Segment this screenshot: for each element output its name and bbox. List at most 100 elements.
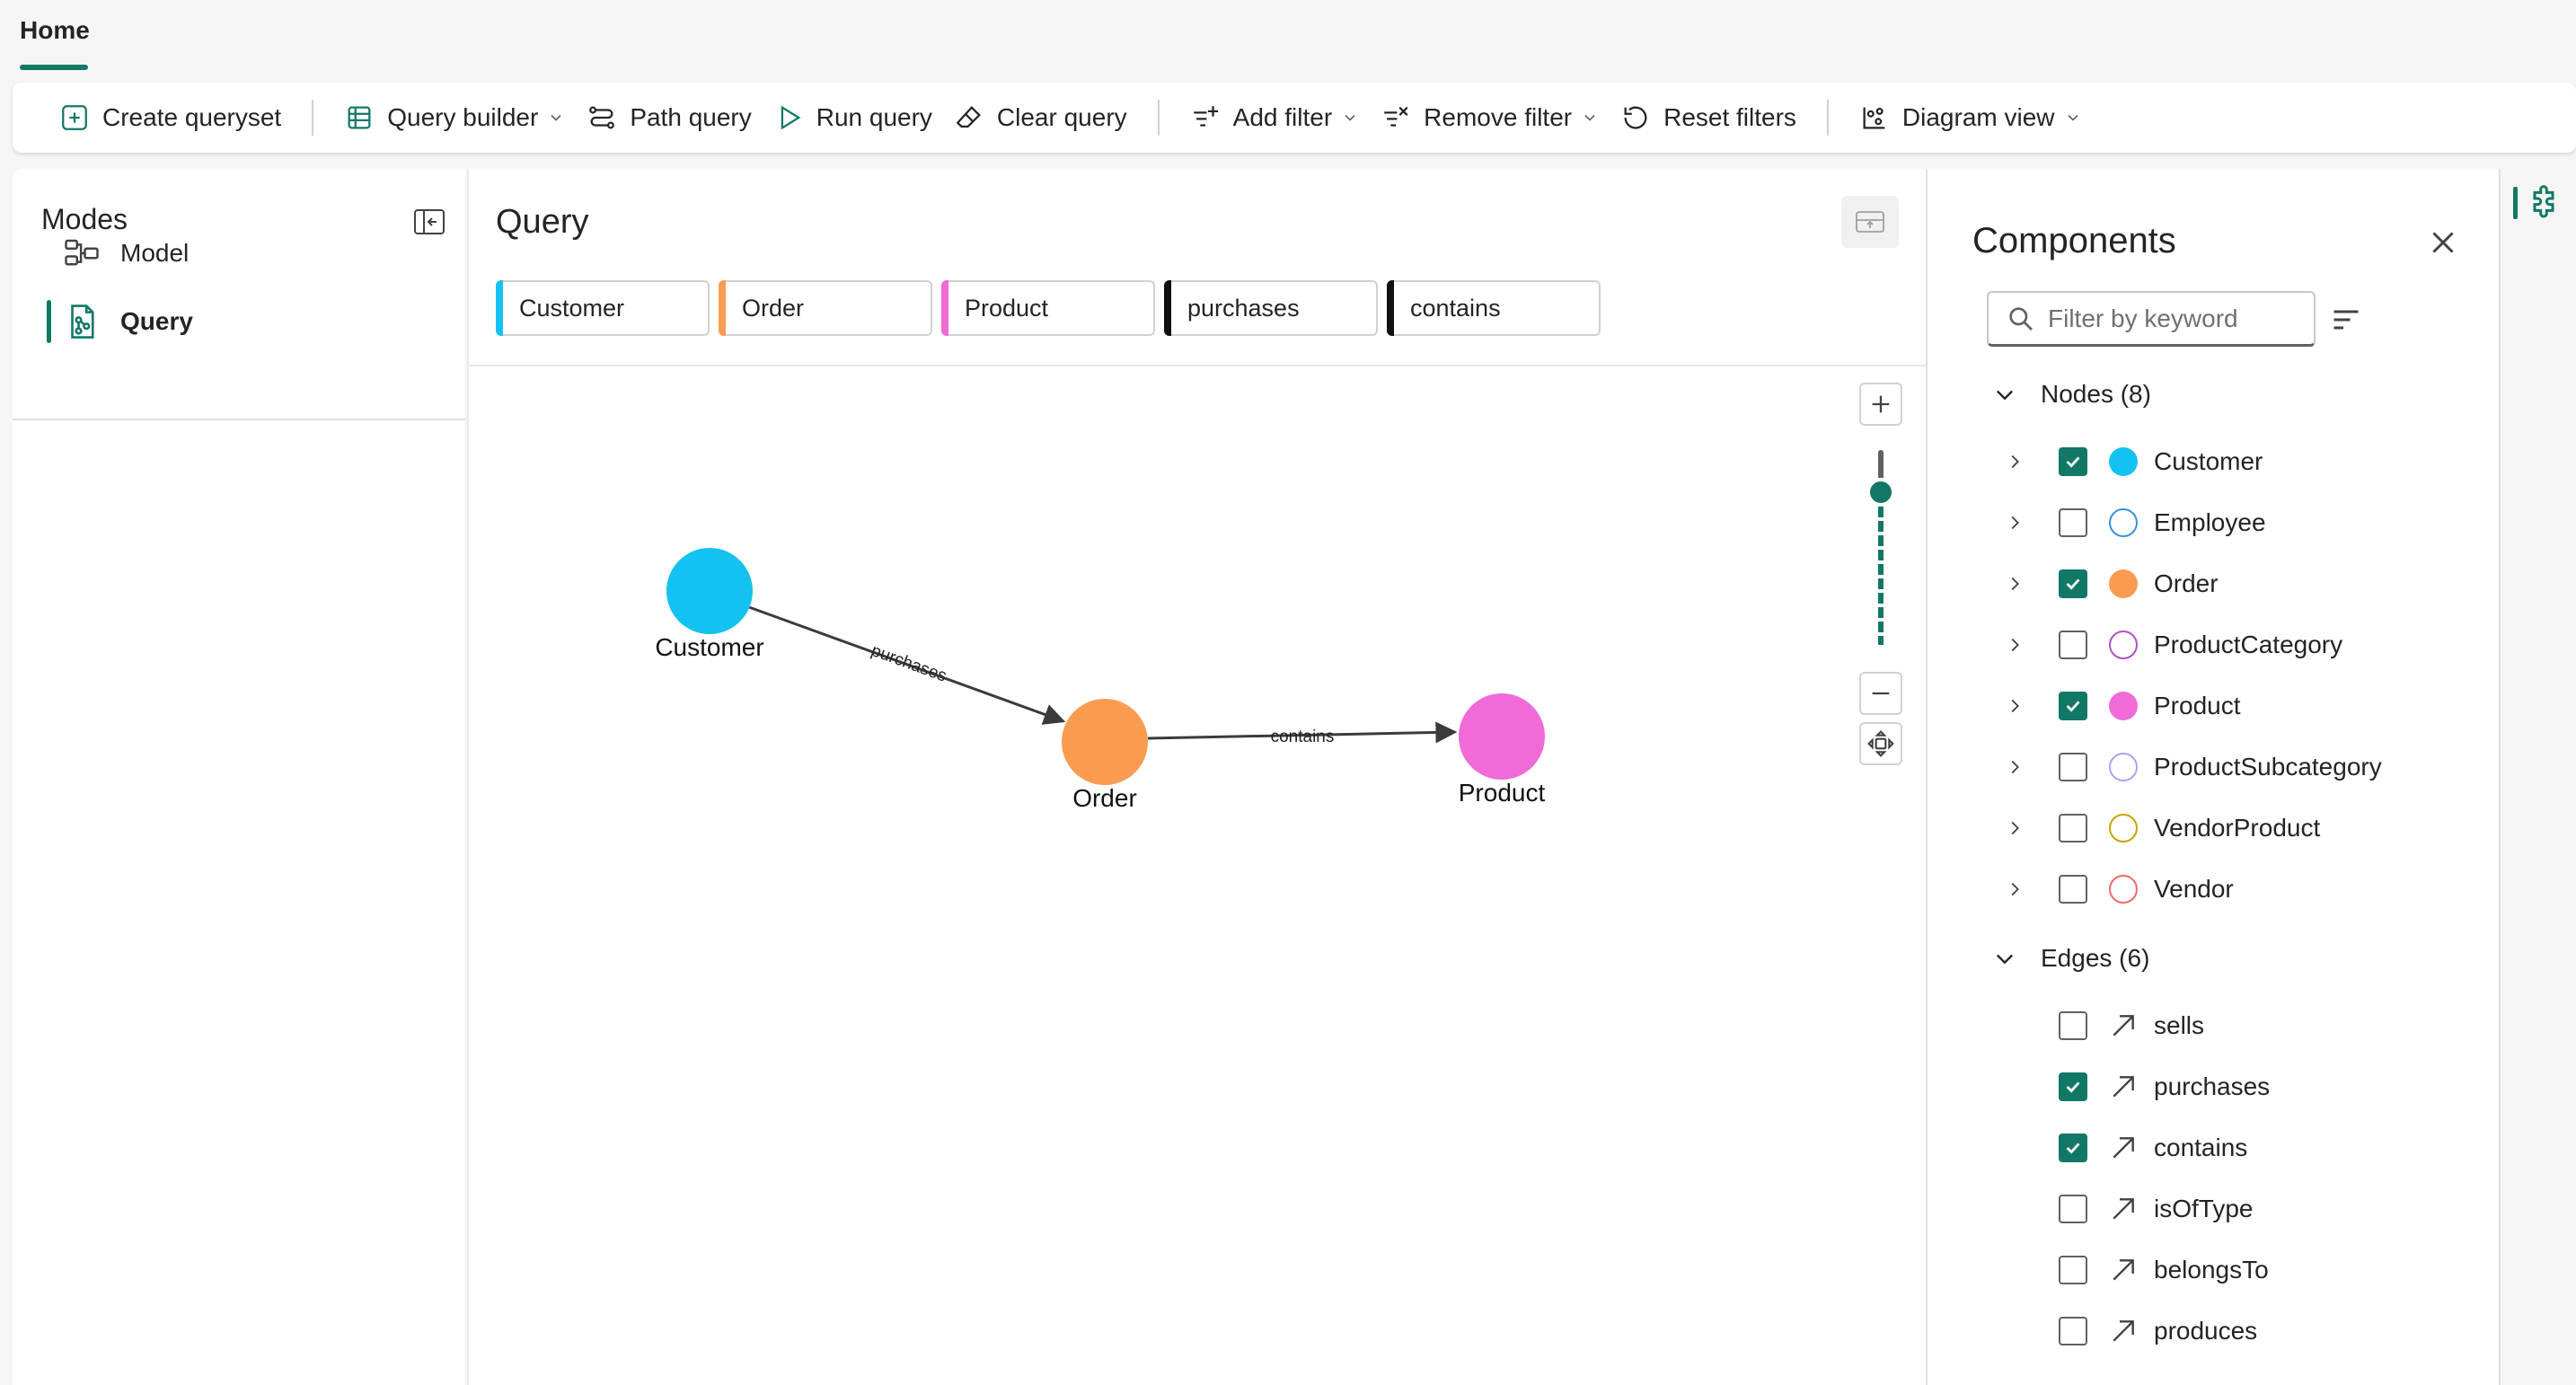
node-checkbox[interactable] bbox=[2059, 875, 2087, 904]
run-query-button[interactable]: Run query bbox=[763, 91, 943, 145]
node-row-order[interactable]: Order bbox=[2005, 559, 2472, 609]
filter-search-box[interactable] bbox=[1987, 291, 2316, 347]
chevron-down-icon bbox=[1584, 114, 1595, 121]
chevron-right-icon[interactable] bbox=[2005, 574, 2025, 594]
components-title: Components bbox=[1972, 221, 2176, 260]
collapse-query-button[interactable] bbox=[1841, 196, 1899, 248]
components-puzzle-icon[interactable] bbox=[2526, 185, 2562, 221]
edge-checkbox[interactable] bbox=[2059, 1195, 2087, 1223]
node-product[interactable] bbox=[1459, 693, 1545, 780]
node-checkbox[interactable] bbox=[2059, 508, 2087, 537]
table-icon bbox=[348, 106, 371, 129]
mode-item-model[interactable]: Model bbox=[34, 225, 447, 282]
node-row-product[interactable]: Product bbox=[2005, 681, 2472, 731]
query-builder-label: Query builder bbox=[387, 103, 539, 131]
edge-label: produces bbox=[2154, 1317, 2258, 1345]
query-chip-contains[interactable]: contains bbox=[1387, 280, 1601, 336]
chevron-down-icon bbox=[1997, 954, 2013, 965]
add-filter-label: Add filter bbox=[1232, 103, 1333, 131]
edge-label: belongsTo bbox=[2154, 1256, 2269, 1284]
filter-keyword-input[interactable] bbox=[2048, 304, 2308, 333]
node-customer[interactable] bbox=[666, 548, 753, 634]
chevron-right-icon[interactable] bbox=[2005, 452, 2025, 472]
diagram-view-button[interactable]: Diagram view bbox=[1848, 91, 2093, 145]
fit-view-button[interactable] bbox=[1859, 722, 1902, 765]
clear-query-button[interactable]: Clear query bbox=[943, 91, 1138, 145]
reset-filters-button[interactable]: Reset filters bbox=[1610, 91, 1807, 145]
path-query-button[interactable]: Path query bbox=[576, 91, 762, 145]
node-order[interactable] bbox=[1062, 699, 1148, 785]
edge-row-belongsto[interactable]: belongsTo bbox=[2005, 1245, 2472, 1295]
node-row-customer[interactable]: Customer bbox=[2005, 437, 2472, 487]
edge-row-contains[interactable]: contains bbox=[2005, 1123, 2472, 1173]
edge-checkbox[interactable] bbox=[2059, 1011, 2087, 1040]
node-row-employee[interactable]: Employee bbox=[2005, 498, 2472, 548]
chevron-right-icon[interactable] bbox=[2005, 696, 2025, 716]
chip-label: Customer bbox=[519, 294, 625, 322]
checkmark-icon bbox=[2066, 578, 2080, 590]
chevron-right-icon[interactable] bbox=[2005, 513, 2025, 533]
close-icon[interactable] bbox=[2427, 226, 2459, 259]
edge-row-purchases[interactable]: purchases bbox=[2005, 1062, 2472, 1112]
query-title: Query bbox=[496, 203, 589, 241]
chevron-right-icon[interactable] bbox=[2005, 818, 2025, 838]
zoom-out-button[interactable] bbox=[1859, 672, 1902, 715]
chevron-down-icon bbox=[1997, 390, 2013, 401]
edge-row-produces[interactable]: produces bbox=[2005, 1306, 2472, 1356]
zoom-slider-thumb[interactable] bbox=[1866, 478, 1895, 507]
chevron-down-icon bbox=[1345, 114, 1355, 121]
chevron-right-icon[interactable] bbox=[2005, 757, 2025, 777]
edge-checkbox[interactable] bbox=[2059, 1317, 2087, 1345]
node-label: Product bbox=[2154, 692, 2241, 719]
node-checkbox[interactable] bbox=[2059, 447, 2087, 476]
home-tab-indicator bbox=[20, 65, 88, 70]
node-checkbox[interactable] bbox=[2059, 753, 2087, 781]
node-checkbox[interactable] bbox=[2059, 692, 2087, 720]
arrow-up-right-icon bbox=[2113, 1015, 2134, 1037]
node-row-vendorproduct[interactable]: VendorProduct bbox=[2005, 803, 2472, 853]
edge-checkbox[interactable] bbox=[2059, 1256, 2087, 1284]
search-icon bbox=[2009, 306, 2033, 331]
node-checkbox[interactable] bbox=[2059, 631, 2087, 659]
arrow-up-right-icon bbox=[2113, 1137, 2134, 1159]
rail-active-indicator bbox=[2513, 187, 2518, 219]
edge-checkbox[interactable] bbox=[2059, 1134, 2087, 1162]
query-chip-purchases[interactable]: purchases bbox=[1164, 280, 1378, 336]
chip-color-stripe bbox=[1387, 280, 1394, 336]
mode-item-query[interactable]: Query bbox=[34, 293, 447, 350]
edge-row-isoftype[interactable]: isOfType bbox=[2005, 1184, 2472, 1234]
query-builder-button[interactable]: Query builder bbox=[333, 91, 576, 145]
edge-label: purchases bbox=[2154, 1072, 2271, 1100]
nodes-section-header[interactable]: Nodes (8) bbox=[1992, 372, 2151, 417]
chevron-right-icon[interactable] bbox=[2005, 635, 2025, 655]
node-color-dot bbox=[2109, 508, 2138, 537]
create-queryset-label: Create queryset bbox=[102, 103, 282, 131]
graph-canvas[interactable]: purchases contains Customer Order Produc… bbox=[469, 366, 1928, 1385]
remove-filter-button[interactable]: Remove filter bbox=[1370, 91, 1610, 145]
checkmark-icon bbox=[2066, 1081, 2080, 1093]
query-chip-customer[interactable]: Customer bbox=[496, 280, 710, 336]
play-icon bbox=[781, 105, 801, 130]
minus-icon bbox=[1872, 692, 1890, 695]
node-label-order: Order bbox=[1072, 784, 1137, 812]
edges-section-header[interactable]: Edges (6) bbox=[1992, 936, 2149, 981]
edge-row-sells[interactable]: sells bbox=[2005, 1001, 2472, 1051]
query-chip-order[interactable]: Order bbox=[719, 280, 932, 336]
query-chip-product[interactable]: Product bbox=[941, 280, 1155, 336]
node-row-productsubcategory[interactable]: ProductSubcategory bbox=[2005, 742, 2472, 792]
node-row-productcategory[interactable]: ProductCategory bbox=[2005, 620, 2472, 670]
modes-divider bbox=[13, 419, 465, 420]
query-panel: Query Customer Order Product purchases c… bbox=[467, 169, 1928, 1385]
edge-label: isOfType bbox=[2154, 1195, 2254, 1222]
node-row-vendor[interactable]: Vendor bbox=[2005, 864, 2472, 914]
node-checkbox[interactable] bbox=[2059, 814, 2087, 842]
sort-lines-icon[interactable] bbox=[2330, 304, 2362, 336]
create-queryset-button[interactable]: Create queryset bbox=[49, 91, 292, 145]
node-checkbox[interactable] bbox=[2059, 569, 2087, 598]
zoom-in-button[interactable] bbox=[1859, 383, 1902, 426]
chevron-right-icon[interactable] bbox=[2005, 879, 2025, 899]
edge-checkbox[interactable] bbox=[2059, 1072, 2087, 1101]
home-tab[interactable]: Home bbox=[20, 16, 90, 45]
toolbar-separator bbox=[1157, 100, 1160, 136]
add-filter-button[interactable]: Add filter bbox=[1179, 91, 1371, 145]
